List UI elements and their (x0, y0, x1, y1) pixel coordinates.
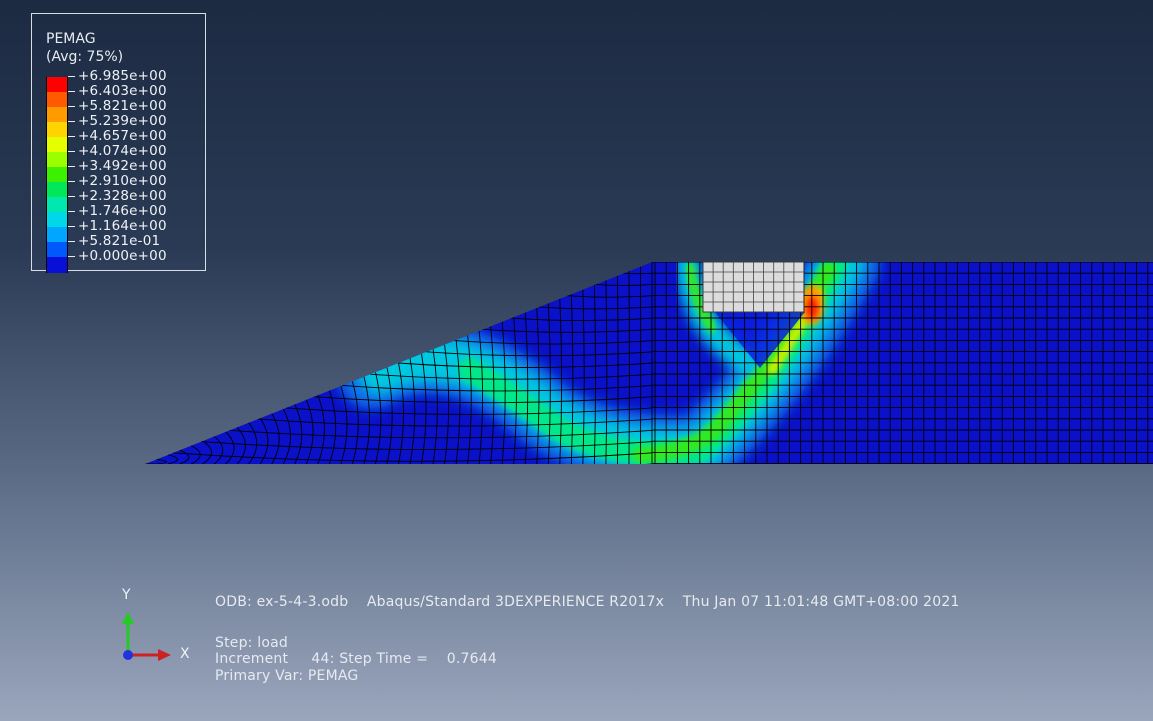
legend-tick (68, 226, 75, 227)
legend-swatch (46, 242, 68, 257)
footing-block[interactable] (702, 261, 805, 313)
legend-swatch (46, 137, 68, 152)
legend-tick (68, 76, 75, 77)
legend-swatch (46, 182, 68, 197)
legend-value-label: +1.164e+00 (78, 218, 167, 234)
legend-tick (68, 106, 75, 107)
contour-legend: PEMAG (Avg: 75%) +6.985e+00 +6.403e+00 +5.… (31, 13, 206, 273)
increment-line: Increment 44: Step Time = 0.7644 (215, 651, 497, 667)
legend-tick (68, 91, 75, 92)
primary-var-line: Primary Var: PEMAG (215, 668, 359, 684)
legend-tick (68, 181, 75, 182)
legend-swatch (46, 167, 68, 182)
soil-slope-model[interactable] (145, 262, 1153, 473)
legend-value-label: +6.985e+00 (78, 68, 167, 84)
legend-tick (68, 256, 75, 257)
legend-swatch (46, 152, 68, 167)
legend-swatch (46, 227, 68, 242)
legend-tick (68, 121, 75, 122)
legend-swatch (46, 77, 68, 92)
legend-value-label: +1.746e+00 (78, 203, 167, 219)
odb-info-line: ODB: ex-5-4-3.odb Abaqus/Standard 3DEXPE… (215, 594, 960, 610)
legend-tick (68, 136, 75, 137)
legend-value-label: +2.910e+00 (78, 173, 167, 189)
legend-tick (68, 211, 75, 212)
legend-subtitle: (Avg: 75%) (46, 49, 124, 65)
legend-value-label: +5.239e+00 (78, 113, 167, 129)
legend-row: +0.000e+00 (46, 248, 201, 273)
legend-value-label: +4.074e+00 (78, 143, 167, 159)
legend-value-label: +3.492e+00 (78, 158, 167, 174)
legend-tick (68, 151, 75, 152)
legend-value-label: +6.403e+00 (78, 83, 167, 99)
coordinate-triad (122, 612, 171, 661)
legend-swatch (46, 107, 68, 122)
legend-swatch (46, 257, 68, 273)
legend-swatch (46, 92, 68, 107)
legend-value-label: +4.657e+00 (78, 128, 167, 144)
legend-tick (68, 241, 75, 242)
triad-y-label: Y (122, 587, 131, 603)
legend-swatch (46, 197, 68, 212)
legend-swatch (46, 122, 68, 137)
legend-tick (68, 196, 75, 197)
legend-value-label: +0.000e+00 (78, 248, 167, 264)
legend-value-label: +5.821e-01 (78, 233, 161, 249)
legend-title: PEMAG (46, 31, 96, 47)
legend-value-label: +2.328e+00 (78, 188, 167, 204)
legend-value-label: +5.821e+00 (78, 98, 167, 114)
legend-tick (68, 166, 75, 167)
legend-swatch (46, 212, 68, 227)
step-line: Step: load (215, 635, 288, 651)
triad-x-label: X (180, 646, 190, 662)
